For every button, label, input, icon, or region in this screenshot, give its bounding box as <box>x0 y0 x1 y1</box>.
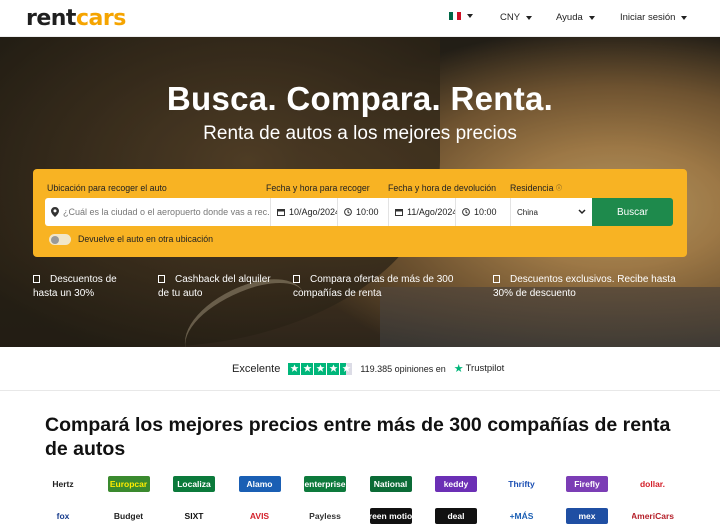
check-icon <box>158 275 165 283</box>
brand-logo-deal[interactable]: deal <box>435 508 477 524</box>
search-button[interactable]: Buscar <box>592 198 673 226</box>
brand-logo-dollar[interactable]: dollar. <box>631 476 674 492</box>
location-pin-icon <box>51 207 59 217</box>
rating-word: Excelente <box>232 362 281 375</box>
trustpilot-logo[interactable]: ★ Trustpilot <box>454 362 505 375</box>
benefit-item: Descuentos de hasta un 30% <box>33 274 117 299</box>
pickup-date-input[interactable]: 10/Ago/2024 <box>270 198 340 226</box>
calendar-icon <box>277 208 285 216</box>
chevron-down-icon <box>681 15 688 20</box>
brand-logo-hertz[interactable]: Hertz <box>42 476 84 492</box>
chevron-down-icon <box>467 14 473 18</box>
search-panel: Ubicación para recoger el auto Fecha y h… <box>33 169 687 257</box>
brand-logo-sixt[interactable]: SIXT <box>173 508 215 524</box>
brand-logo-alamo[interactable]: Alamo <box>238 476 281 492</box>
brand-logo-budget[interactable]: Budget <box>107 508 150 524</box>
help-label: Ayuda <box>556 12 583 23</box>
hero-title: Busca. Compara. Renta. <box>166 80 554 117</box>
trustpilot-rating-bar: Excelente 119.385 opiniones en ★ Trustpil… <box>0 347 720 391</box>
check-icon <box>293 275 300 283</box>
info-icon: ⓘ <box>555 186 562 192</box>
star-icon <box>288 362 301 375</box>
login-menu[interactable]: Iniciar sesión <box>620 12 688 23</box>
currency-label: CNY <box>500 12 521 23</box>
half-star-icon <box>340 362 353 375</box>
clock-icon <box>462 208 470 216</box>
brand-logo-national[interactable]: National <box>369 476 412 492</box>
trustpilot-rating[interactable]: Excelente 119.385 opiniones en ★ Trustpil… <box>232 362 504 375</box>
return-date-input[interactable]: 11/Ago/2024 <box>388 198 457 226</box>
benefit-item: Compara ofertas de más de 300 compañías d… <box>293 274 454 299</box>
brand-logo-thrifty[interactable]: Thrifty <box>500 476 543 492</box>
pickup-time-input[interactable]: 10:00 <box>337 198 388 226</box>
brand-logo-keddy[interactable]: keddy <box>435 476 477 492</box>
mexico-flag-icon <box>449 12 461 20</box>
login-label: Iniciar sesión <box>620 12 676 23</box>
return-elsewhere-label: Devuelve el auto en otra ubicación <box>78 234 213 244</box>
brand-logo-enterprise[interactable]: enterprise <box>304 476 346 492</box>
hero-subtitle: Renta de autos a los mejores precios <box>203 123 517 144</box>
star-icon <box>327 362 340 375</box>
return-elsewhere-toggle[interactable] <box>49 234 71 245</box>
residence-select[interactable]: China <box>510 198 592 226</box>
currency-selector[interactable]: CNY <box>500 12 533 23</box>
brand-logo-avis[interactable]: AVIS <box>238 508 281 524</box>
return-datetime-label: Fecha y hora de devolución <box>388 183 497 193</box>
brand-logo-green-motion[interactable]: green motion <box>369 508 412 524</box>
pickup-datetime-label: Fecha y hora para recoger <box>266 183 370 193</box>
brand-logo-americars[interactable]: AmeriCars <box>631 508 674 524</box>
pickup-location-input[interactable]: ¿Cuál es la ciudad o el aeropuerto donde… <box>45 198 270 226</box>
clock-icon <box>344 208 352 216</box>
brand-logo-firefly[interactable]: Firefly <box>566 476 608 492</box>
brand-logo-payless[interactable]: Payless <box>304 508 346 524</box>
top-header: rentcars CNY Ayuda Iniciar sesión <box>0 0 720 37</box>
star-icon <box>301 362 314 375</box>
brand-logo-localiza[interactable]: Localiza <box>173 476 215 492</box>
brand-logo-m-s[interactable]: +MÁS <box>500 508 543 524</box>
check-icon <box>493 275 500 283</box>
language-selector[interactable] <box>449 12 473 20</box>
chevron-down-icon <box>526 15 533 20</box>
brand-logo-fox[interactable]: fox <box>42 508 84 524</box>
chevron-down-icon <box>578 209 586 215</box>
pickup-location-label: Ubicación para recoger el auto <box>47 183 167 193</box>
return-time-input[interactable]: 10:00 <box>455 198 510 226</box>
trustpilot-star-icon: ★ <box>453 363 464 375</box>
benefit-item: Cashback del alquiler de tu auto <box>158 274 271 299</box>
benefit-item: Descuentos exclusivos. Recibe hasta 30% d… <box>493 274 676 299</box>
star-icon <box>314 362 327 375</box>
pickup-location-placeholder: ¿Cuál es la ciudad o el aeropuerto donde… <box>63 207 270 217</box>
brand-logo-mex[interactable]: mex <box>566 508 608 524</box>
reviews-count: 119.385 opiniones en <box>360 363 446 374</box>
companies-title: Compará los mejores precios entre más de… <box>45 414 671 460</box>
residence-label: Residencia ⓘ <box>510 183 562 193</box>
rating-stars <box>288 362 353 375</box>
chevron-down-icon <box>588 15 595 20</box>
brand-logo-europcar[interactable]: Europcar <box>107 476 150 492</box>
help-menu[interactable]: Ayuda <box>556 12 595 23</box>
rentcars-logo[interactable]: rentcars <box>26 6 126 31</box>
calendar-icon <box>395 208 403 216</box>
check-icon <box>33 275 40 283</box>
